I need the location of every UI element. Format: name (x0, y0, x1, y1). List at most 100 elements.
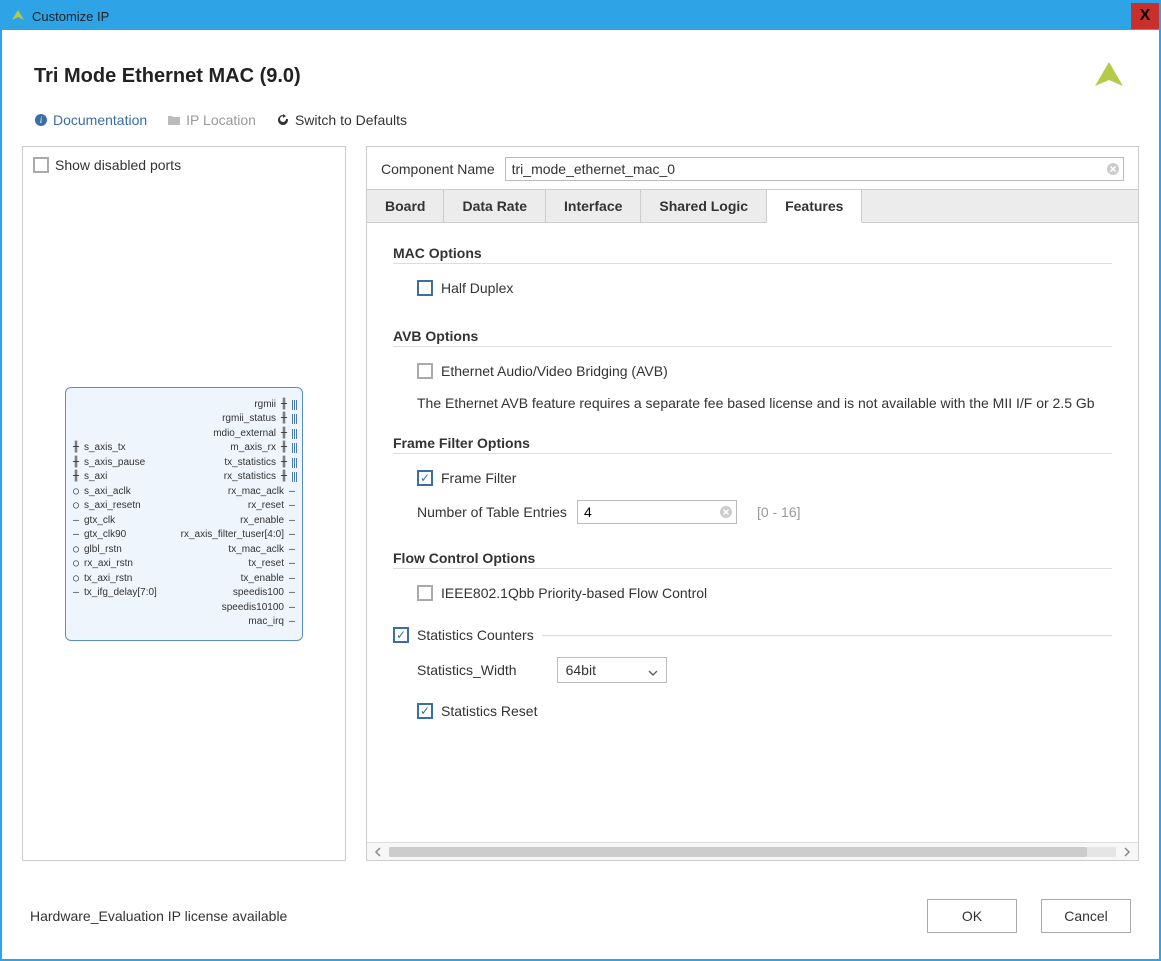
port-left: ○tx_axi_rstn (70, 572, 157, 587)
tab-data-rate[interactable]: Data Rate (444, 190, 546, 222)
show-disabled-row: Show disabled ports (31, 155, 337, 175)
vendor-logo-icon (1091, 58, 1127, 94)
tab-features[interactable]: Features (767, 190, 862, 223)
component-name-wrap (505, 157, 1124, 181)
page-title: Tri Mode Ethernet MAC (9.0) (34, 65, 301, 88)
port-right: rgmii╫ (181, 398, 298, 413)
pfc-label: IEEE802.1Qbb Priority-based Flow Control (441, 585, 707, 601)
frame-filter-checkbox[interactable] (417, 470, 433, 486)
port-left: ○glbl_rstn (70, 543, 157, 558)
ip-location-link[interactable]: IP Location (167, 112, 256, 128)
clear-icon[interactable] (719, 505, 733, 519)
avb-note: The Ethernet AVB feature requires a sepa… (393, 383, 1112, 413)
stats-width-row: Statistics_Width 64bit (393, 653, 1112, 687)
info-icon: i (34, 113, 48, 127)
scrollbar-thumb[interactable] (389, 847, 1087, 857)
stats-reset-row: Statistics Reset (393, 699, 1112, 723)
cancel-button[interactable]: Cancel (1041, 899, 1131, 933)
port-right: m_axis_rx╫ (181, 441, 298, 456)
window-title: Customize IP (32, 9, 109, 24)
table-entries-label: Number of Table Entries (417, 504, 567, 520)
section-avb-options: AVB Options (393, 328, 1112, 347)
section-mac-options: MAC Options (393, 245, 1112, 264)
port-right: tx_mac_aclk– (181, 543, 298, 558)
stats-width-select[interactable]: 64bit (557, 657, 667, 683)
table-entries-input-wrap (577, 500, 737, 524)
tab-board[interactable]: Board (367, 190, 444, 222)
pfc-row: IEEE802.1Qbb Priority-based Flow Control (393, 581, 1112, 605)
titlebar[interactable]: Customize IP X (2, 2, 1159, 30)
table-entries-range: [0 - 16] (757, 504, 801, 520)
license-status: Hardware_Evaluation IP license available (30, 908, 287, 924)
config-panel: Component Name BoardData RateInterfaceSh… (366, 146, 1139, 861)
block-diagram-area[interactable]: ╫s_axis_tx╫s_axis_pause╫s_axi○s_axi_aclk… (31, 175, 337, 852)
toolbar: i Documentation IP Location Switch to De… (2, 112, 1159, 146)
table-entries-input[interactable] (577, 500, 737, 524)
tab-interface[interactable]: Interface (546, 190, 641, 222)
switch-defaults-link[interactable]: Switch to Defaults (276, 112, 407, 128)
close-icon: X (1140, 7, 1151, 25)
ip-block: ╫s_axis_tx╫s_axis_pause╫s_axi○s_axi_aclk… (65, 387, 303, 641)
stats-counters-group: Statistics Counters (393, 627, 1112, 643)
port-right: rx_statistics╫ (181, 470, 298, 485)
port-right: rgmii_status╫ (181, 412, 298, 427)
window-frame: Customize IP X Tri Mode Ethernet MAC (9.… (0, 0, 1161, 961)
port-right: mdio_external╫ (181, 427, 298, 442)
port-left: ○rx_axi_rstn (70, 557, 157, 572)
avb-label: Ethernet Audio/Video Bridging (AVB) (441, 363, 668, 379)
table-entries-row: Number of Table Entries [0 - 16] (393, 496, 1112, 528)
divider-line (542, 635, 1112, 636)
main-area: Show disabled ports ╫s_axis_tx╫s_axis_pa… (2, 146, 1159, 881)
horizontal-scrollbar[interactable] (367, 842, 1138, 860)
half-duplex-checkbox[interactable] (417, 280, 433, 296)
port-left: –gtx_clk90 (70, 528, 157, 543)
half-duplex-row: Half Duplex (393, 276, 1112, 300)
clear-icon[interactable] (1106, 162, 1120, 176)
section-frame-filter: Frame Filter Options (393, 435, 1112, 454)
port-right: speedis100– (181, 586, 298, 601)
close-button[interactable]: X (1131, 3, 1159, 29)
ip-left-ports: ╫s_axis_tx╫s_axis_pause╫s_axi○s_axi_aclk… (66, 398, 157, 630)
half-duplex-label: Half Duplex (441, 280, 513, 296)
avb-checkbox[interactable] (417, 363, 433, 379)
ip-right-ports: rgmii╫rgmii_status╫mdio_external╫m_axis_… (181, 398, 302, 630)
scrollbar-track[interactable] (389, 847, 1116, 857)
ip-location-label: IP Location (186, 112, 256, 128)
port-left: ╫s_axis_pause (70, 456, 157, 471)
switch-defaults-label: Switch to Defaults (295, 112, 407, 128)
stats-width-value: 64bit (566, 662, 596, 678)
footer: Hardware_Evaluation IP license available… (2, 881, 1159, 959)
documentation-link[interactable]: i Documentation (34, 112, 147, 128)
tab-shared-logic[interactable]: Shared Logic (641, 190, 767, 222)
show-disabled-checkbox[interactable] (33, 157, 49, 173)
port-left: –tx_ifg_delay[7:0] (70, 586, 157, 601)
port-left: ╫s_axi (70, 470, 157, 485)
app-logo-icon (10, 8, 26, 24)
refresh-icon (276, 113, 290, 127)
chevron-down-icon (648, 665, 658, 675)
port-left: ╫s_axis_tx (70, 441, 157, 456)
port-right: rx_axis_filter_tuser[4:0]– (181, 528, 298, 543)
stats-reset-label: Statistics Reset (441, 703, 537, 719)
scroll-right-icon[interactable] (1120, 845, 1134, 859)
tab-bar: BoardData RateInterfaceShared LogicFeatu… (367, 189, 1138, 223)
port-right: rx_mac_aclk– (181, 485, 298, 500)
stats-width-label: Statistics_Width (417, 662, 517, 678)
component-name-label: Component Name (381, 161, 495, 177)
port-left: ○s_axi_resetn (70, 499, 157, 514)
component-name-input[interactable] (505, 157, 1124, 181)
client-area: Tri Mode Ethernet MAC (9.0) i Documentat… (2, 30, 1159, 959)
ok-button[interactable]: OK (927, 899, 1017, 933)
show-disabled-label: Show disabled ports (55, 157, 181, 173)
stats-reset-checkbox[interactable] (417, 703, 433, 719)
frame-filter-row: Frame Filter (393, 466, 1112, 490)
port-right: mac_irq– (181, 615, 298, 630)
block-preview-panel: Show disabled ports ╫s_axis_tx╫s_axis_pa… (22, 146, 346, 861)
avb-row: Ethernet Audio/Video Bridging (AVB) (393, 359, 1112, 383)
frame-filter-label: Frame Filter (441, 470, 516, 486)
port-right: speedis10100– (181, 601, 298, 616)
scroll-left-icon[interactable] (371, 845, 385, 859)
stats-counters-checkbox[interactable] (393, 627, 409, 643)
stats-counters-label: Statistics Counters (417, 627, 534, 643)
pfc-checkbox[interactable] (417, 585, 433, 601)
